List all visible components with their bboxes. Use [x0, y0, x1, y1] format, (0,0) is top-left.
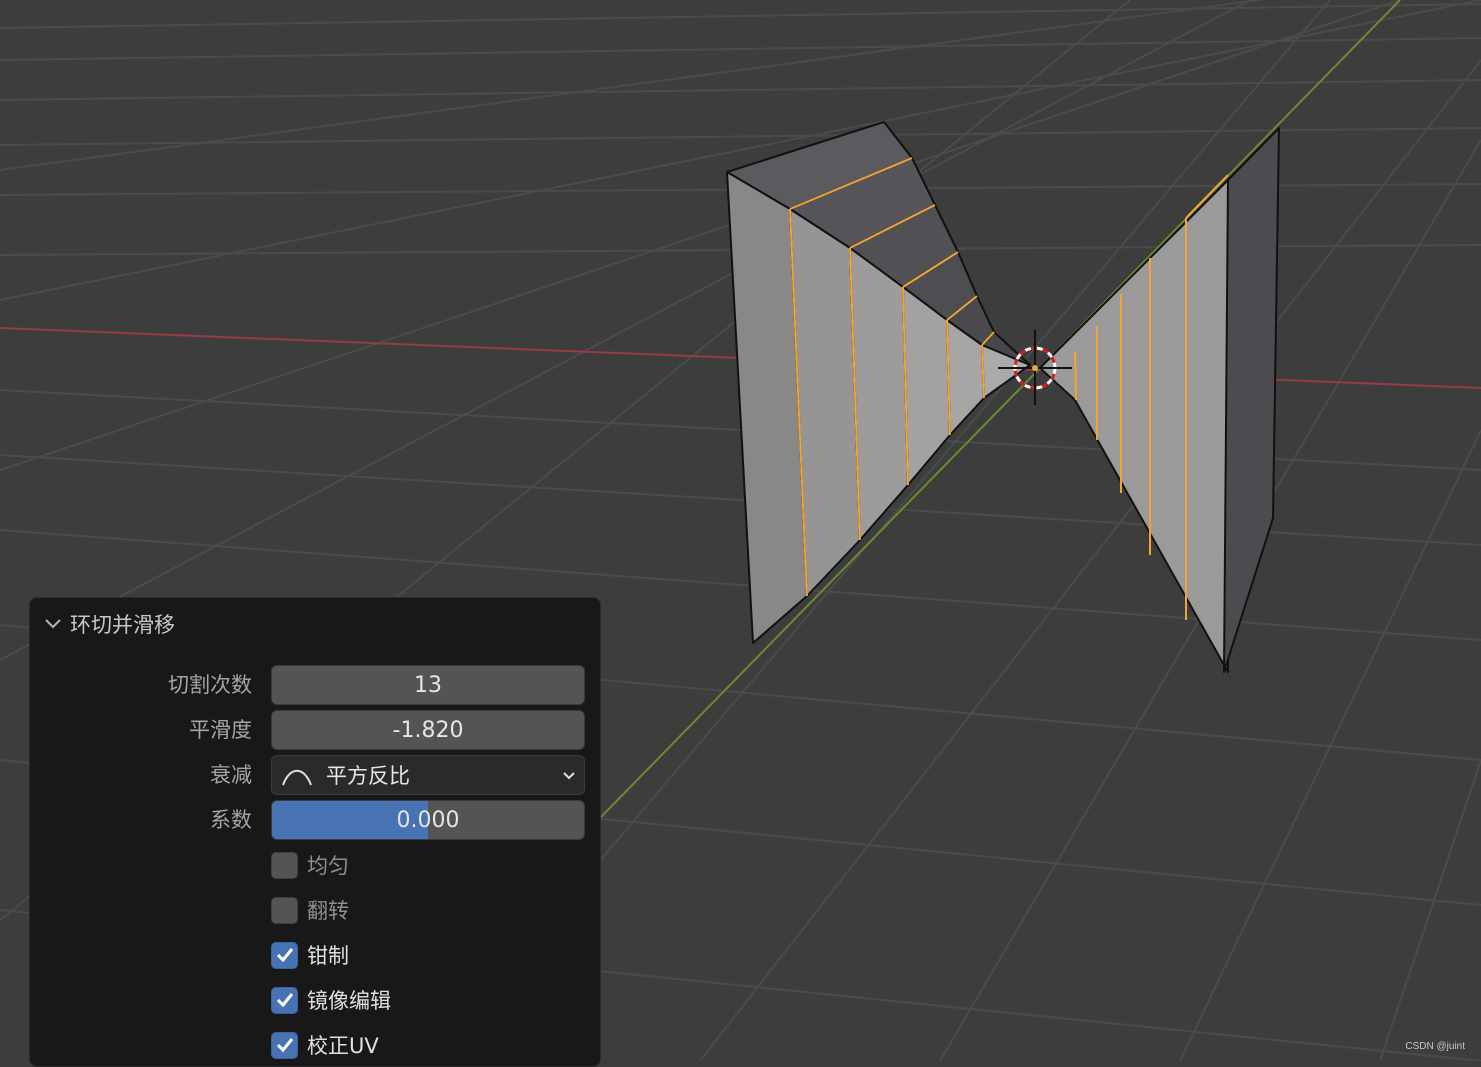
chevron-down-icon: [563, 772, 575, 780]
factor-slider[interactable]: 0.000: [271, 800, 585, 840]
clamp-checkbox[interactable]: [271, 941, 298, 969]
falloff-value: 平方反比: [326, 764, 410, 788]
number-cuts-label: 切割次数: [168, 673, 252, 697]
correct-uv-label: 校正UV: [307, 1034, 379, 1058]
mirror-editing-label: 镜像编辑: [307, 989, 391, 1013]
watermark: CSDN @juint: [1405, 1041, 1465, 1052]
correct-uv-checkbox[interactable]: [271, 1031, 298, 1059]
flip-checkbox-row[interactable]: 翻转: [271, 893, 349, 927]
factor-label: 系数: [210, 808, 252, 832]
panel-title: 环切并滑移: [70, 613, 175, 637]
panel-header[interactable]: 环切并滑移: [30, 598, 600, 650]
smoothness-field[interactable]: -1.820: [271, 710, 585, 750]
checkmark-icon: [276, 948, 293, 963]
smoothness-row: 平滑度 -1.820: [30, 710, 600, 750]
number-cuts-field[interactable]: 13: [271, 665, 585, 705]
falloff-row: 衰减 平方反比: [30, 755, 600, 795]
flip-label: 翻转: [307, 899, 349, 923]
falloff-label: 衰减: [210, 763, 252, 787]
mirror-editing-checkbox-row[interactable]: 镜像编辑: [271, 983, 391, 1017]
chevron-down-icon[interactable]: [42, 613, 64, 635]
even-checkbox[interactable]: [271, 851, 298, 879]
factor-value: 0.000: [396, 807, 460, 833]
smoothness-label: 平滑度: [189, 718, 252, 742]
number-cuts-row: 切割次数 13: [30, 665, 600, 705]
falloff-dropdown[interactable]: 平方反比: [271, 755, 585, 795]
clamp-checkbox-row[interactable]: 钳制: [271, 938, 349, 972]
smoothness-value: -1.820: [392, 717, 464, 743]
checkmark-icon: [276, 1038, 293, 1053]
clamp-label: 钳制: [307, 944, 349, 968]
flip-checkbox[interactable]: [271, 896, 298, 924]
number-cuts-value: 13: [414, 672, 442, 698]
falloff-curve-icon: [282, 769, 312, 786]
checkmark-icon: [276, 993, 293, 1008]
last-operator-panel: 环切并滑移 切割次数 13 平滑度 -1.820 衰减 平方反比 系数 0.00…: [29, 597, 601, 1067]
even-label: 均匀: [307, 854, 349, 878]
even-checkbox-row[interactable]: 均匀: [271, 848, 349, 882]
factor-row: 系数 0.000: [30, 800, 600, 840]
correct-uv-checkbox-row[interactable]: 校正UV: [271, 1028, 379, 1062]
mirror-editing-checkbox[interactable]: [271, 986, 298, 1014]
